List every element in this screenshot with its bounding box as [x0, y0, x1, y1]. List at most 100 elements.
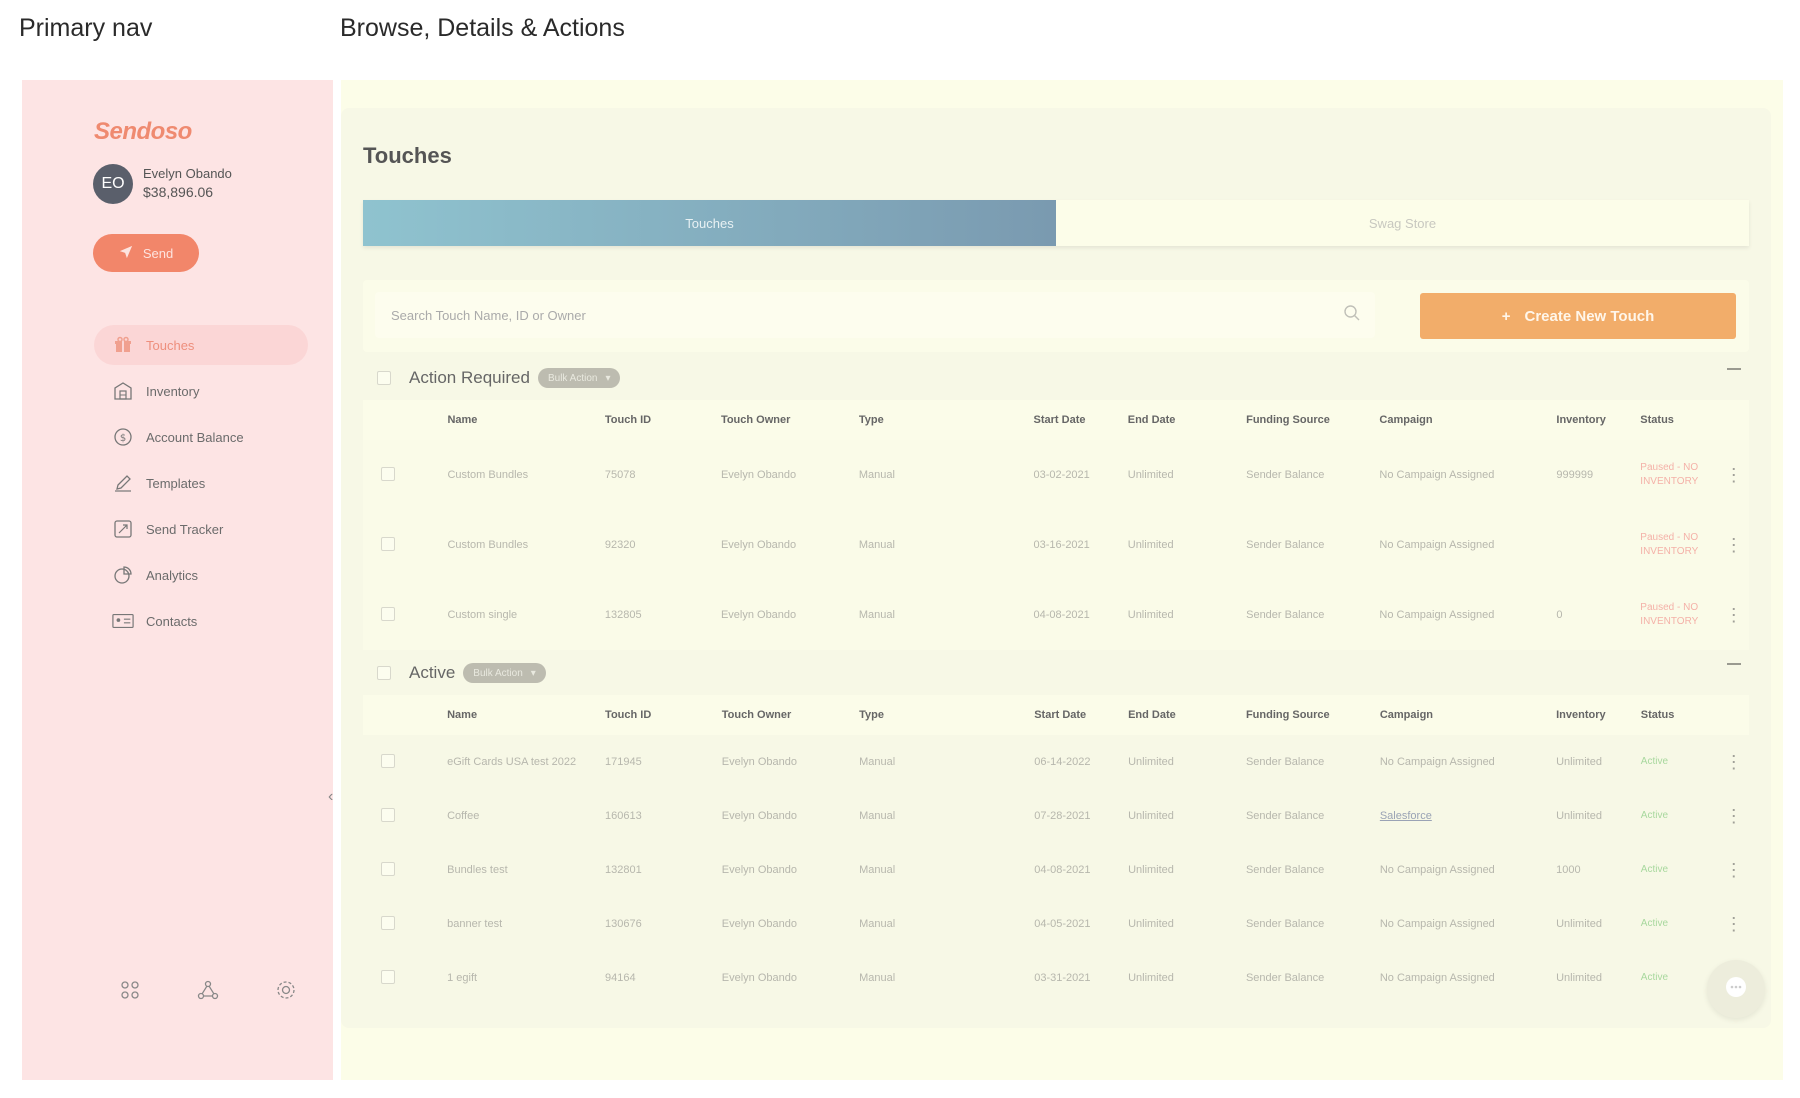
cell-status: Active	[1640, 756, 1669, 767]
cell-name: Bundles test	[447, 864, 508, 876]
column-header[interactable]: End Date	[1124, 695, 1242, 735]
primary-nav: Sendoso EO Evelyn Obando $38,896.06 Send…	[22, 80, 333, 1080]
cell-name: 1 egift	[447, 972, 478, 984]
send-plane-icon	[119, 245, 133, 262]
chat-button[interactable]	[1707, 960, 1765, 1018]
tab-touches[interactable]: Touches	[363, 200, 1056, 246]
cell-id: 171945	[605, 756, 642, 768]
column-header[interactable]: Touch ID	[601, 400, 717, 440]
column-header[interactable]: Status	[1636, 400, 1714, 440]
section-active: Active Bulk Action ▾	[363, 655, 1749, 691]
row-checkbox[interactable]	[381, 969, 395, 984]
cell-funding: Sender Balance	[1245, 918, 1325, 930]
cell-inventory: Unlimited	[1556, 810, 1602, 822]
pen-icon	[112, 472, 134, 494]
table-row[interactable]: Custom Bundles 75078 Evelyn Obando Manual 03…	[363, 440, 1749, 510]
network-icon[interactable]	[196, 978, 220, 1002]
cell-end: Unlimited	[1128, 810, 1174, 822]
cell-campaign: No Campaign Assigned	[1379, 972, 1495, 984]
search-icon[interactable]	[1343, 304, 1361, 327]
active-table: Name Touch ID Touch Owner Type Start Dat…	[363, 695, 1749, 1005]
integrations-icon[interactable]	[118, 978, 142, 1002]
sidebar-item-inventory[interactable]: Inventory	[94, 371, 308, 411]
row-checkbox[interactable]	[381, 915, 395, 930]
annotation-browse-details-actions: Browse, Details & Actions	[340, 14, 625, 42]
sidebar-item-label: Templates	[146, 475, 206, 491]
table-row[interactable]: Custom single 132805 Evelyn Obando Manual 04…	[363, 580, 1749, 650]
contact-card-icon	[112, 610, 134, 632]
collapse-sidebar-chevron-icon[interactable]: ‹	[328, 788, 333, 806]
sendoso-logo[interactable]: Sendoso	[94, 118, 192, 146]
row-checkbox[interactable]	[381, 861, 395, 876]
kebab-menu-icon[interactable]: ⋮	[1715, 897, 1749, 951]
column-header[interactable]: Inventory	[1552, 400, 1636, 440]
column-header[interactable]: Funding Source	[1242, 695, 1376, 735]
column-header[interactable]: Start Date	[1030, 695, 1124, 735]
row-checkbox[interactable]	[381, 536, 395, 551]
sidebar-item-send-tracker[interactable]: Send Tracker	[94, 509, 308, 549]
column-header[interactable]: Type	[855, 695, 1030, 735]
cell-id: 75078	[604, 469, 636, 481]
row-checkbox[interactable]	[381, 606, 395, 621]
cell-id: 130676	[605, 918, 642, 930]
table-row[interactable]: Custom Bundles 92320 Evelyn Obando Manual 03…	[363, 510, 1749, 580]
select-all-checkbox[interactable]	[377, 666, 391, 680]
row-checkbox[interactable]	[381, 466, 395, 481]
cell-owner: Evelyn Obando	[721, 918, 797, 930]
row-checkbox[interactable]	[381, 807, 395, 822]
column-header[interactable]: Start Date	[1030, 400, 1124, 440]
table-row[interactable]: Bundles test 132801 Evelyn Obando Manual 04-…	[363, 843, 1749, 897]
column-header[interactable]: Name	[443, 400, 600, 440]
sidebar-item-account-balance[interactable]: $ Account Balance	[94, 417, 308, 457]
send-button[interactable]: Send	[93, 234, 199, 272]
column-header[interactable]: Name	[443, 695, 601, 735]
cell-end: Unlimited	[1127, 469, 1174, 481]
cell-type: Manual	[859, 756, 896, 768]
column-header[interactable]: Touch Owner	[718, 695, 855, 735]
collapse-section-icon[interactable]	[1727, 368, 1741, 370]
cell-status: Active	[1640, 864, 1669, 875]
select-all-checkbox[interactable]	[377, 371, 391, 385]
cell-campaign[interactable]: Salesforce	[1376, 789, 1552, 843]
collapse-section-icon[interactable]	[1727, 663, 1741, 665]
column-header[interactable]: Funding Source	[1242, 400, 1375, 440]
row-checkbox[interactable]	[381, 753, 395, 768]
kebab-menu-icon[interactable]: ⋮	[1715, 735, 1749, 789]
search-toolbar: + Create New Touch	[363, 280, 1749, 352]
column-header[interactable]: Campaign	[1375, 400, 1552, 440]
bulk-action-dropdown[interactable]: Bulk Action ▾	[537, 368, 621, 388]
column-header[interactable]: Touch ID	[601, 695, 718, 735]
column-header[interactable]: Campaign	[1376, 695, 1552, 735]
cell-type: Manual	[858, 609, 895, 621]
kebab-menu-icon[interactable]: ⋮	[1714, 580, 1749, 650]
avatar[interactable]: EO	[93, 164, 133, 204]
column-header[interactable]: Touch Owner	[717, 400, 855, 440]
settings-icon[interactable]	[274, 978, 298, 1002]
table-row[interactable]: banner test 130676 Evelyn Obando Manual 04-0…	[363, 897, 1749, 951]
bulk-action-dropdown[interactable]: Bulk Action ▾	[463, 663, 546, 683]
sidebar-item-templates[interactable]: Templates	[94, 463, 308, 503]
cell-id: 92320	[604, 539, 636, 551]
column-header[interactable]: End Date	[1124, 400, 1242, 440]
table-row[interactable]: 1 egift 94164 Evelyn Obando Manual 03-31-202…	[363, 951, 1749, 1005]
dollar-circle-icon: $	[112, 426, 134, 448]
cell-funding: Sender Balance	[1246, 469, 1325, 481]
action-required-table: Name Touch ID Touch Owner Type Start Dat…	[363, 400, 1749, 650]
cell-inventory: 999999	[1556, 469, 1594, 481]
kebab-menu-icon[interactable]: ⋮	[1715, 789, 1749, 843]
sidebar-item-analytics[interactable]: Analytics	[94, 555, 308, 595]
table-row[interactable]: Coffee 160613 Evelyn Obando Manual 07-28-202…	[363, 789, 1749, 843]
sidebar-item-label: Contacts	[146, 613, 198, 629]
kebab-menu-icon[interactable]: ⋮	[1715, 843, 1749, 897]
kebab-menu-icon[interactable]: ⋮	[1714, 510, 1749, 580]
column-header[interactable]: Status	[1637, 695, 1715, 735]
table-row[interactable]: eGift Cards USA test 2022 171945 Evelyn Ob…	[363, 735, 1749, 789]
kebab-menu-icon[interactable]: ⋮	[1714, 440, 1749, 510]
sidebar-item-touches[interactable]: Touches	[94, 325, 308, 365]
search-input[interactable]	[391, 307, 1291, 323]
create-new-touch-button[interactable]: + Create New Touch	[1420, 293, 1736, 339]
column-header[interactable]: Inventory	[1552, 695, 1637, 735]
sidebar-item-contacts[interactable]: Contacts	[94, 601, 308, 641]
column-header[interactable]: Type	[855, 400, 1030, 440]
tab-swag-store[interactable]: Swag Store	[1056, 200, 1749, 246]
